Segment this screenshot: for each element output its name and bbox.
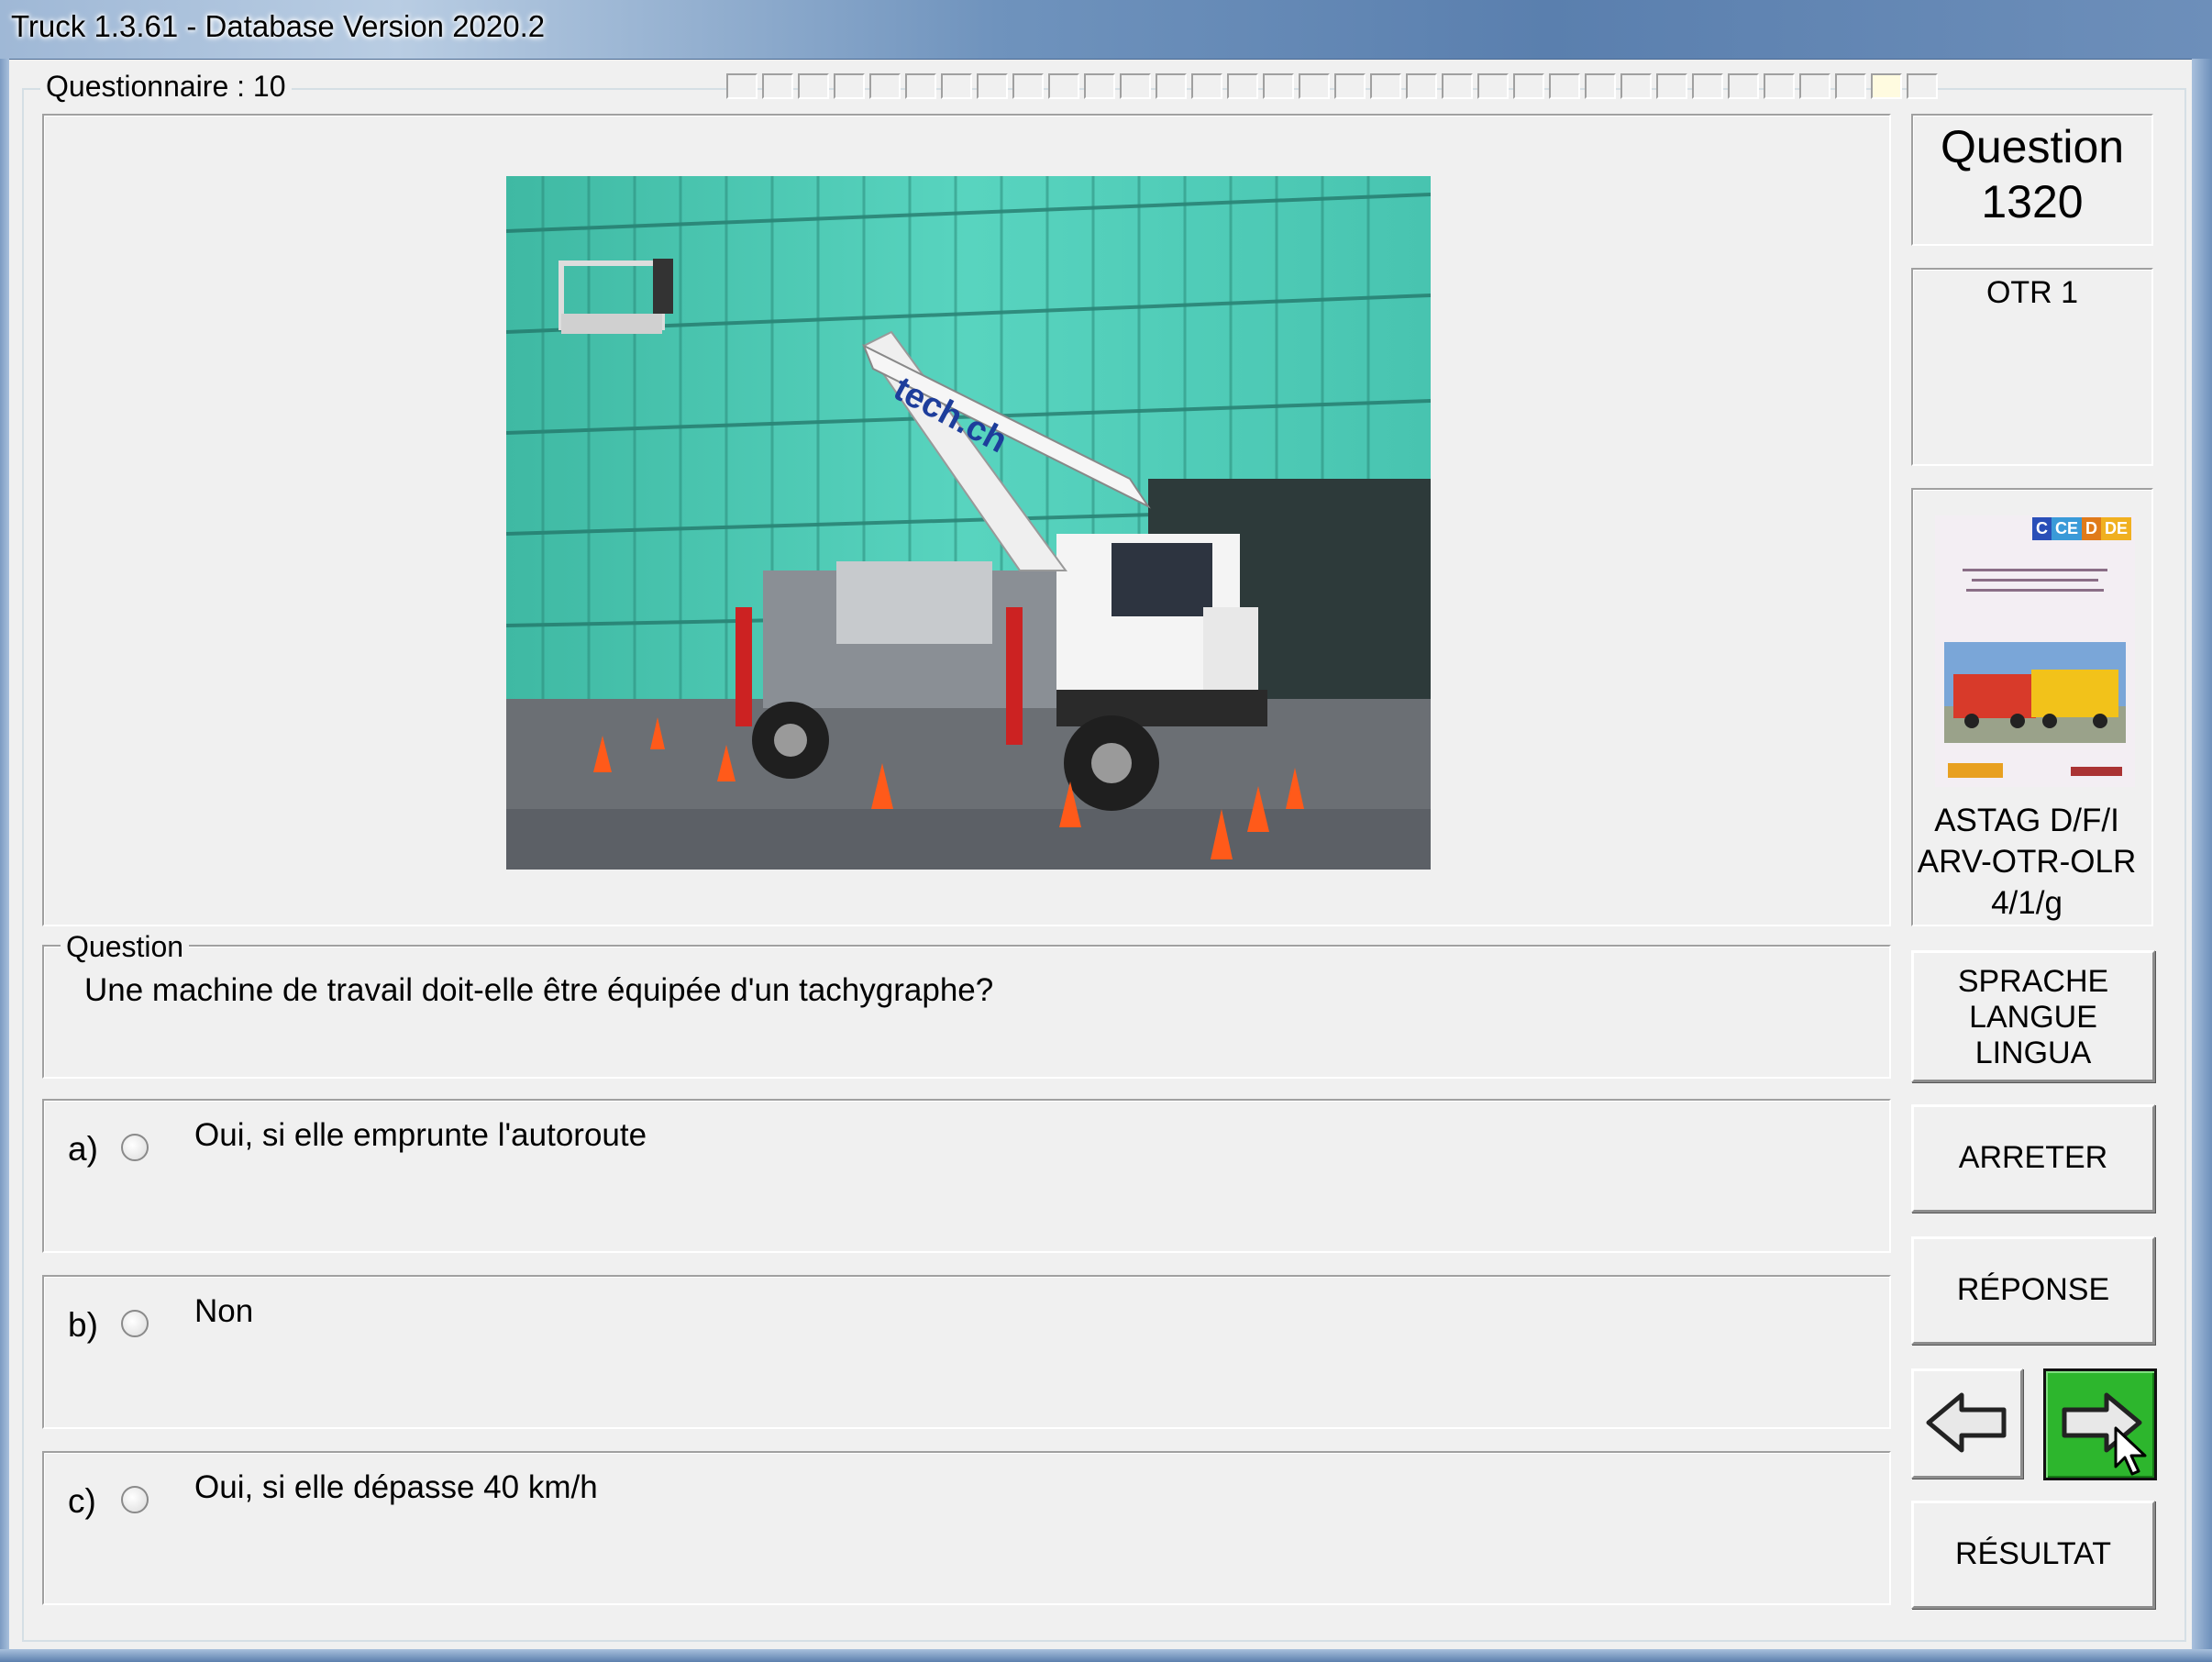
answer-c-letter: c) <box>68 1482 96 1520</box>
progress-segment <box>1084 73 1115 99</box>
questionnaire-label: Questionnaire : 10 <box>40 70 292 104</box>
question-caption: Question <box>61 930 190 964</box>
progress-segment <box>1549 73 1580 99</box>
progress-segment <box>941 73 972 99</box>
answer-b-text[interactable]: Non <box>194 1293 253 1330</box>
badge-ce: CE <box>2051 517 2082 540</box>
answer-b-letter: b) <box>68 1306 98 1344</box>
result-button-label: RÉSULTAT <box>1954 1536 2112 1571</box>
progress-segment <box>1585 73 1616 99</box>
question-photo: tech.ch <box>506 176 1431 870</box>
progress-segment <box>1692 73 1723 99</box>
left-arrow-icon <box>1926 1392 2007 1453</box>
progress-segment <box>1656 73 1687 99</box>
progress-segment <box>1728 73 1759 99</box>
question-number: 1320 <box>1981 176 2084 227</box>
badge-c: C <box>2031 517 2052 540</box>
next-button[interactable] <box>2043 1368 2157 1480</box>
progress-segment <box>977 73 1008 99</box>
book-cover: C CE D DE <box>1935 515 2135 787</box>
language-button[interactable]: SPRACHE LANGUE LINGUA <box>1911 950 2155 1082</box>
category-badges: C CE D DE <box>2031 517 2131 540</box>
book-line-3: 4/1/g <box>1991 885 2063 921</box>
question-number-label: Question <box>1940 121 2125 172</box>
progress-segment <box>1907 73 1938 99</box>
progress-segment <box>726 73 758 99</box>
progress-segment <box>1048 73 1079 99</box>
progress-segment <box>1799 73 1830 99</box>
progress-segment <box>1871 73 1902 99</box>
progress-segment <box>1764 73 1795 99</box>
bus-truck-illustration-icon <box>1944 642 2126 743</box>
progress-segment <box>1835 73 1866 99</box>
progress-segment <box>798 73 829 99</box>
question-progress-bar <box>726 73 1942 101</box>
book-reference: ASTAG D/F/I ARV-OTR-OLR 4/1/g <box>1917 800 2137 924</box>
answer-button[interactable]: RÉPONSE <box>1911 1236 2155 1345</box>
window-frame-left <box>0 59 9 1662</box>
progress-segment <box>1156 73 1187 99</box>
progress-segment <box>1263 73 1294 99</box>
question-text: Une machine de travail doit-elle être éq… <box>84 972 994 1008</box>
result-button[interactable]: RÉSULTAT <box>1911 1501 2155 1609</box>
badge-d: D <box>2081 517 2101 540</box>
book-text-lines <box>1953 561 2117 599</box>
progress-segment <box>762 73 793 99</box>
answer-a-letter: a) <box>68 1130 98 1168</box>
window-title: Truck 1.3.61 - Database Version 2020.2 <box>11 9 546 43</box>
progress-segment <box>869 73 901 99</box>
book-line-2: ARV-OTR-OLR <box>1917 844 2137 880</box>
category-label: OTR 1 <box>1985 275 2079 310</box>
progress-segment <box>1513 73 1544 99</box>
progress-segment <box>1406 73 1437 99</box>
publisher-logo-icon <box>1948 763 2003 778</box>
progress-segment <box>1620 73 1652 99</box>
window-frame-right <box>2192 59 2212 1662</box>
language-label-it: LINGUA <box>1974 1036 2092 1070</box>
truck-photo-icon: tech.ch <box>506 176 1431 870</box>
stop-button-label: ARRETER <box>1958 1140 2108 1175</box>
progress-segment <box>1334 73 1366 99</box>
title-bar: Truck 1.3.61 - Database Version 2020.2 <box>0 0 2212 60</box>
answer-c-radio[interactable] <box>121 1486 149 1513</box>
progress-segment <box>905 73 936 99</box>
language-label-fr: LANGUE <box>1969 1000 2097 1035</box>
progress-segment <box>1299 73 1330 99</box>
stop-button[interactable]: ARRETER <box>1911 1104 2155 1213</box>
progress-segment <box>1370 73 1401 99</box>
mouse-cursor-icon <box>2114 1426 2147 1476</box>
previous-button[interactable] <box>1911 1368 2023 1479</box>
question-text-panel <box>42 945 1891 1079</box>
book-line-1: ASTAG D/F/I <box>1934 803 2119 838</box>
answer-b-panel[interactable] <box>42 1275 1891 1429</box>
language-label-de: SPRACHE <box>1957 964 2109 999</box>
progress-segment <box>1191 73 1222 99</box>
progress-segment <box>1477 73 1509 99</box>
window-frame-bottom <box>0 1649 2212 1662</box>
answer-c-text[interactable]: Oui, si elle dépasse 40 km/h <box>194 1469 598 1506</box>
badge-de: DE <box>2100 517 2131 540</box>
progress-segment <box>1227 73 1258 99</box>
progress-segment <box>1120 73 1151 99</box>
question-number-box: Question 1320 <box>1911 119 2153 229</box>
answer-b-radio[interactable] <box>121 1310 149 1337</box>
vogel-logo-icon <box>2071 767 2122 776</box>
progress-segment <box>834 73 865 99</box>
answer-a-radio[interactable] <box>121 1134 149 1161</box>
progress-segment <box>1012 73 1044 99</box>
answer-button-label: RÉPONSE <box>1956 1272 2110 1307</box>
progress-segment <box>1442 73 1473 99</box>
answer-a-text[interactable]: Oui, si elle emprunte l'autoroute <box>194 1117 647 1154</box>
